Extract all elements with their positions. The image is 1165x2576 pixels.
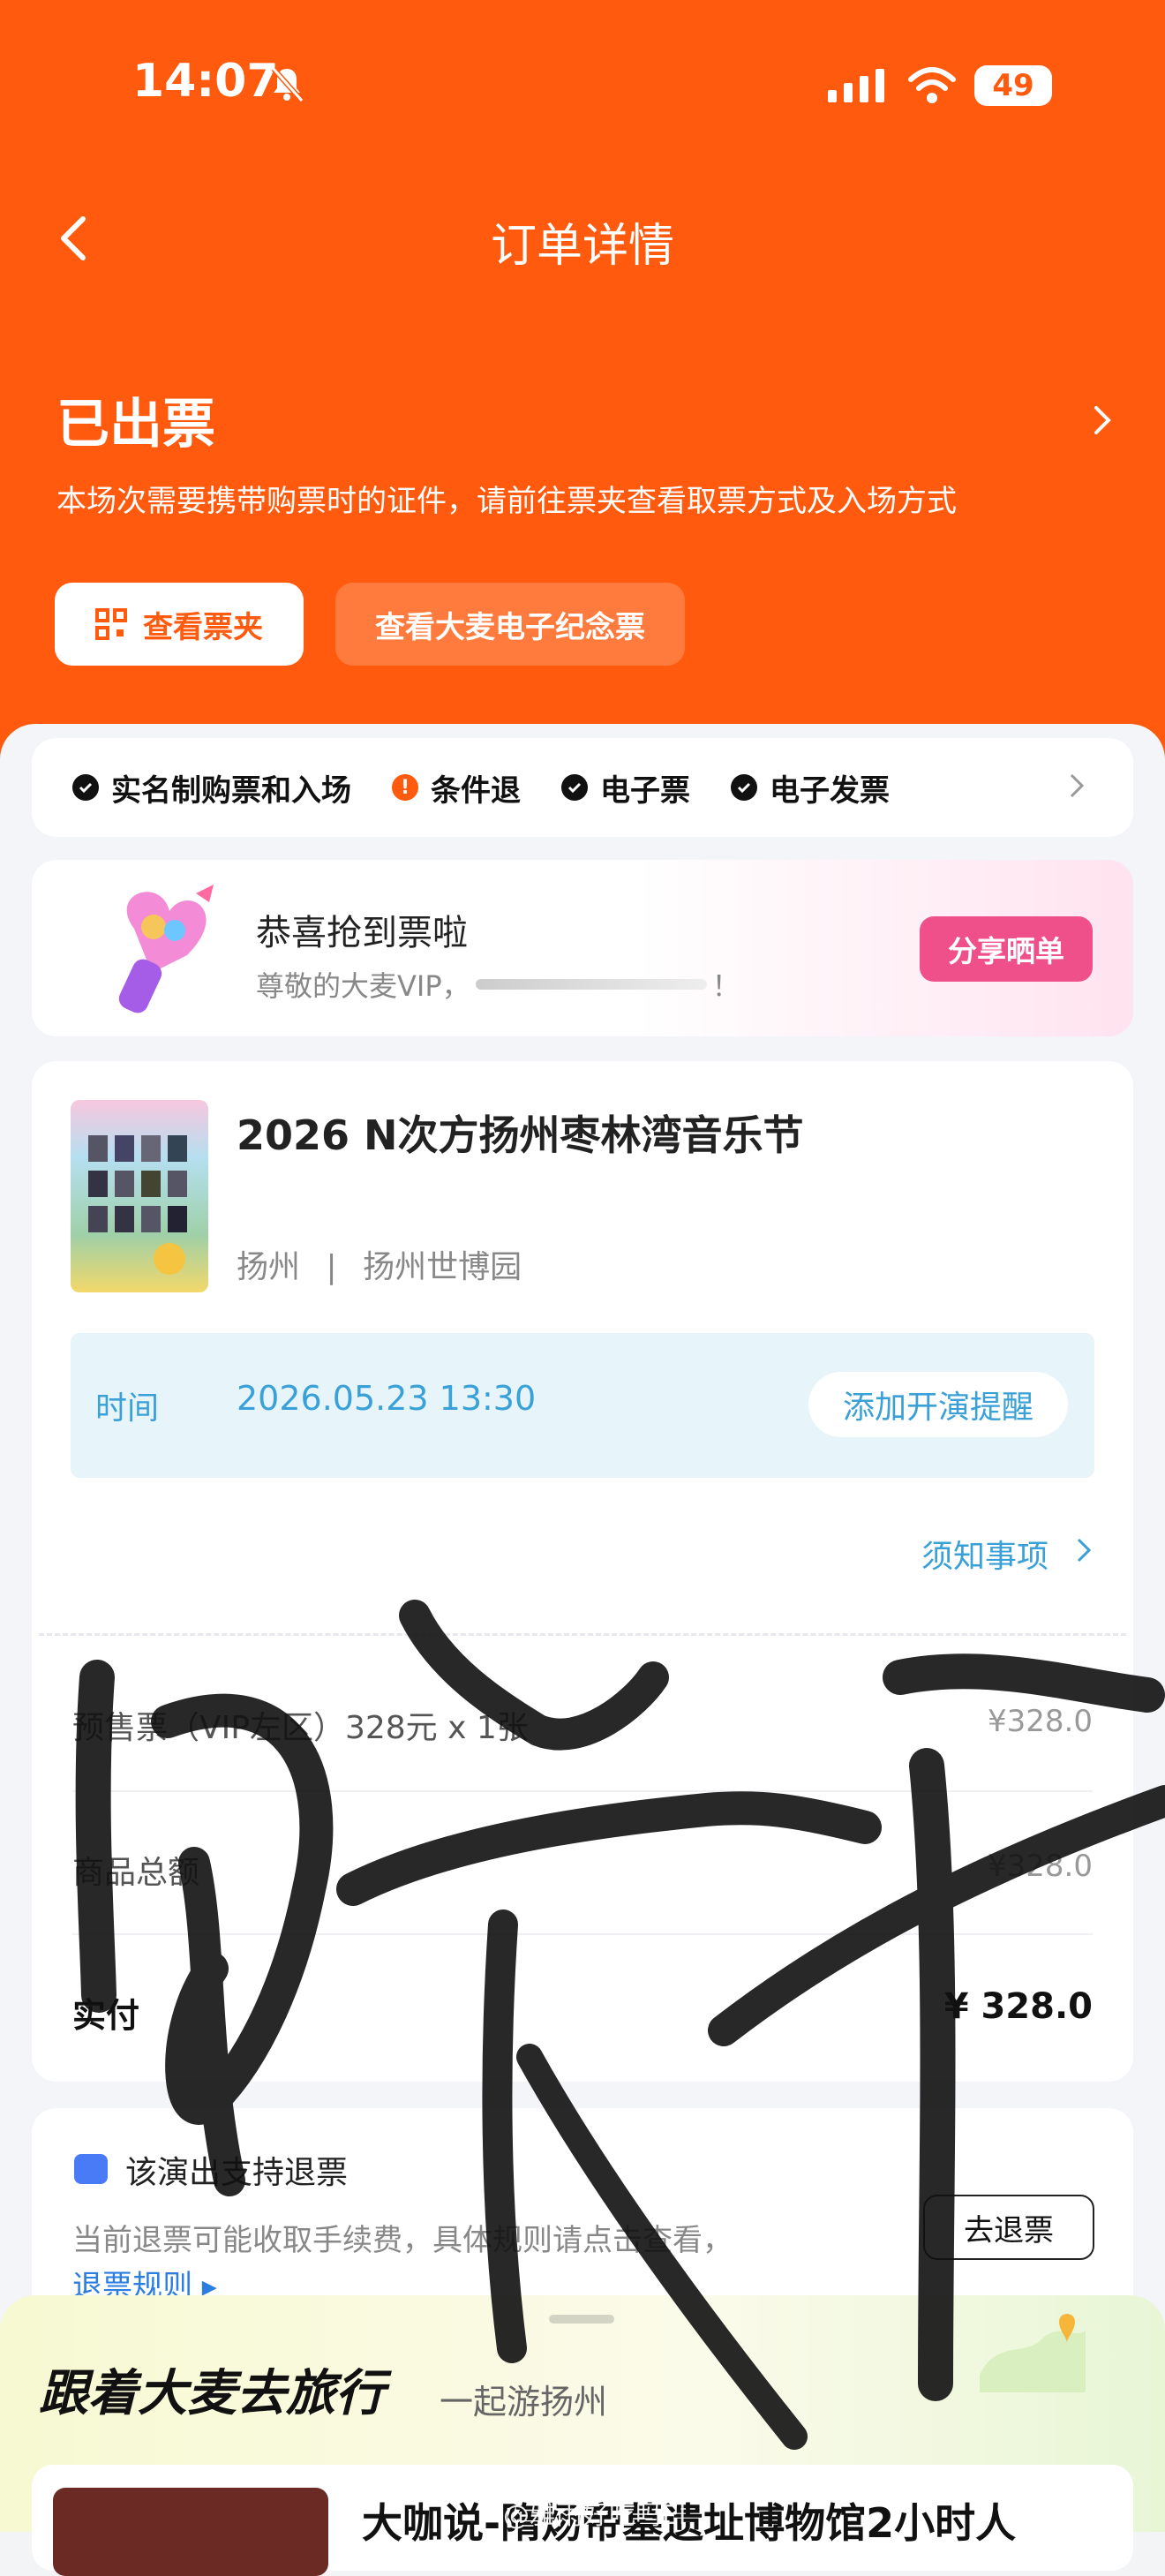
battery-indicator: 49 (974, 65, 1052, 106)
check-icon (72, 774, 99, 801)
order-status-subtitle: 本场次需要携带购票时的证件，请前往票夹查看取票方式及入场方式 (56, 484, 957, 519)
page-title: 订单详情 (490, 220, 674, 273)
request-refund-button[interactable]: 去退票 (923, 2195, 1094, 2260)
tag-e-ticket: 电子票 (561, 766, 690, 810)
tag-real-name: 实名制购票和入场 (72, 766, 351, 810)
qr-code-icon (95, 608, 127, 640)
divider (72, 1790, 1093, 1792)
map-pin-icon (980, 2314, 1086, 2392)
check-icon (561, 774, 588, 801)
redacted-username (475, 979, 707, 990)
congrats-subtitle: 尊敬的大麦VIP， ！ (256, 964, 740, 1005)
event-title[interactable]: 2026 N次方扬州枣林湾音乐节 (237, 1103, 804, 1162)
chevron-right-icon[interactable] (1089, 403, 1116, 438)
tag-label: 条件退 (431, 772, 521, 809)
chevron-right-icon[interactable] (1075, 1534, 1093, 1566)
congrats-subtitle-prefix: 尊敬的大麦VIP， (256, 969, 470, 1003)
tag-label: 电子发票 (770, 772, 890, 809)
event-time-label: 时间 (95, 1390, 160, 1427)
event-poster-image[interactable] (71, 1100, 208, 1292)
bell-muted-icon (271, 67, 304, 102)
drag-handle[interactable] (549, 2315, 614, 2324)
tag-label: 实名制购票和入场 (111, 772, 351, 809)
watermark-text: @雅雨好吃吗El (503, 2500, 687, 2531)
warning-icon: ! (392, 774, 418, 801)
tag-label: 电子票 (600, 772, 690, 809)
travel-item-thumbnail (53, 2488, 328, 2576)
event-venue: 扬州世博园 (363, 1249, 522, 1285)
subtotal-label: 商品总额 (72, 1855, 200, 1891)
order-status-title[interactable]: 已出票 (56, 381, 215, 458)
signal-icon (828, 69, 884, 102)
paid-value: ¥ 328.0 (943, 1986, 1093, 2027)
ticket-type-label: 预售票（VIP左区）328元 x 1张 (72, 1710, 529, 1746)
event-location: 扬州 | 扬州世博园 (237, 1241, 522, 1287)
travel-subtitle: 一起游扬州 (440, 2383, 608, 2422)
wifi-icon (908, 67, 956, 103)
subtotal-value: ¥328.0 (988, 1849, 1093, 1884)
lightstick-illustration-icon (118, 885, 214, 1013)
ticket-tags-bar[interactable]: 实名制购票和入场 ! 条件退 电子票 电子发票 (32, 738, 1133, 837)
check-icon (731, 774, 757, 801)
status-time: 14:07 (132, 55, 279, 108)
share-order-button[interactable]: 分享晒单 (920, 916, 1093, 982)
congrats-subtitle-suffix: ！ (711, 969, 740, 1003)
ticket-icon (74, 2154, 108, 2184)
view-souvenir-ticket-button[interactable]: 查看大麦电子纪念票 (335, 583, 685, 666)
refund-description: 当前退票可能收取手续费，具体规则请点击查看， (72, 2223, 733, 2258)
event-location-divider: | (326, 1249, 337, 1285)
dashed-divider (39, 1633, 1126, 1636)
travel-item-title: 大咖说-隋炀帝墓遗址博物馆2小时人 (362, 2499, 1017, 2547)
tag-conditional-refund: ! 条件退 (392, 766, 521, 810)
view-ticket-wallet-button[interactable]: 查看票夹 (55, 583, 304, 666)
poster-artwork-icon (88, 1135, 187, 1275)
event-city: 扬州 (237, 1249, 301, 1285)
congrats-title: 恭喜抢到票啦 (256, 913, 468, 953)
tag-e-invoice: 电子发票 (731, 766, 890, 810)
refund-title: 该演出支持退票 (125, 2155, 349, 2191)
divider (72, 1933, 1093, 1935)
notice-link[interactable]: 须知事项 (921, 1531, 1048, 1577)
add-reminder-button[interactable]: 添加开演提醒 (808, 1372, 1068, 1437)
ticket-type-price: ¥328.0 (988, 1704, 1093, 1739)
paid-label: 实付 (72, 1996, 140, 2035)
chevron-right-icon[interactable] (1066, 768, 1087, 803)
view-ticket-wallet-label: 查看票夹 (143, 609, 263, 645)
event-time-value: 2026.05.23 13:30 (237, 1379, 537, 1418)
travel-title: 跟着大麦去旅行 (39, 2365, 385, 2422)
